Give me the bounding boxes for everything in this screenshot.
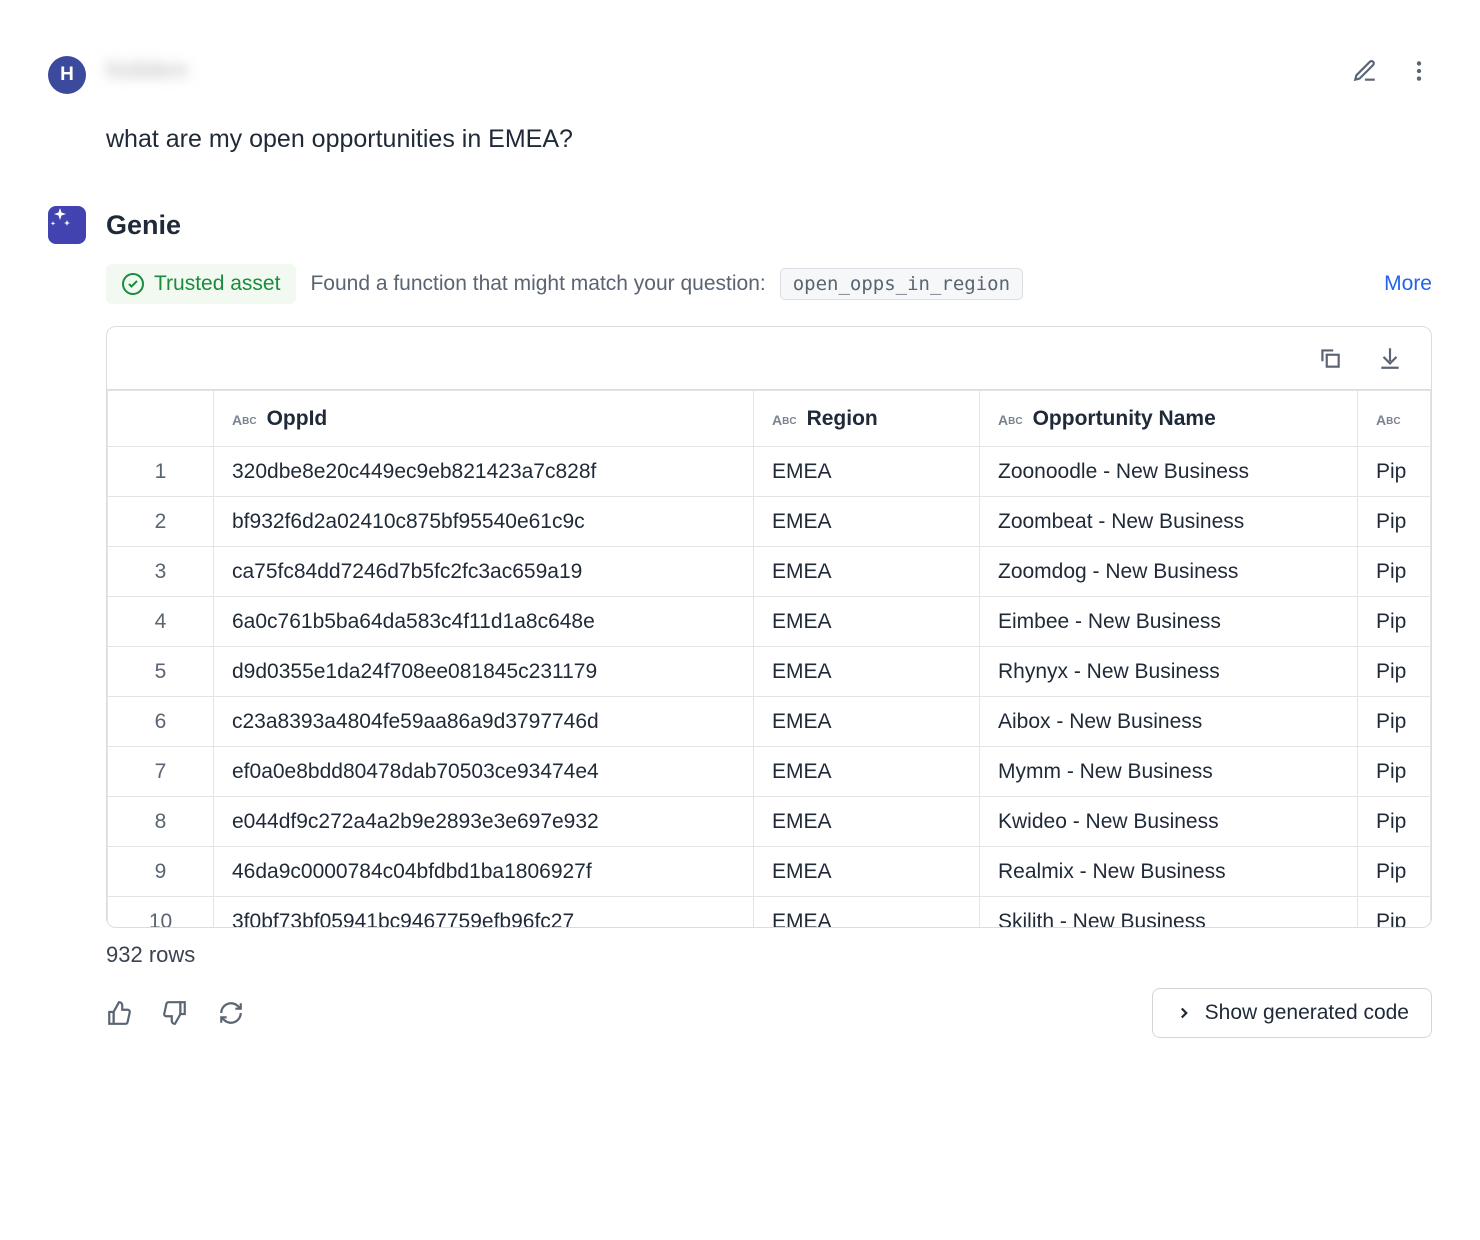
column-header-extra[interactable] [1358,391,1431,447]
cell-opportunity-name: Kwideo - New Business [980,797,1358,847]
row-index: 10 [108,897,214,928]
cell-extra: Pip [1358,747,1431,797]
column-header-index[interactable] [108,391,214,447]
copy-icon[interactable] [1317,345,1343,371]
user-question: what are my open opportunities in EMEA? [106,125,1432,154]
table-row[interactable]: 5d9d0355e1da24f708ee081845c231179EMEARhy… [108,647,1431,697]
cell-oppid: d9d0355e1da24f708ee081845c231179 [214,647,754,697]
cell-opportunity-name: Zoonoodle - New Business [980,447,1358,497]
cell-opportunity-name: Skilith - New Business [980,897,1358,928]
cell-extra: Pip [1358,897,1431,928]
cell-opportunity-name: Zoomdog - New Business [980,547,1358,597]
text-type-icon [998,412,1023,428]
cell-extra: Pip [1358,447,1431,497]
text-type-icon [772,412,797,428]
text-type-icon [1376,412,1401,428]
column-header-opportunity-name[interactable]: Opportunity Name [980,391,1358,447]
cell-oppid: bf932f6d2a02410c875bf95540e61c9c [214,497,754,547]
cell-opportunity-name: Eimbee - New Business [980,597,1358,647]
results-table: OppId Region Opportunity Name 1320dbe8e2… [107,390,1431,927]
cell-oppid: c23a8393a4804fe59aa86a9d3797746d [214,697,754,747]
trusted-label: Trusted asset [154,272,280,296]
cell-extra: Pip [1358,597,1431,647]
edit-icon[interactable] [1352,58,1378,84]
cell-region: EMEA [754,797,980,847]
cell-extra: Pip [1358,647,1431,697]
kebab-menu-icon[interactable] [1406,58,1432,84]
row-index: 7 [108,747,214,797]
table-row[interactable]: 103f0bf73bf05941bc9467759efb96fc27EMEASk… [108,897,1431,928]
refresh-icon[interactable] [218,1000,244,1026]
user-message: H hidden what are my open opportunities … [48,56,1432,154]
cell-extra: Pip [1358,847,1431,897]
more-link[interactable]: More [1384,272,1432,296]
chevron-right-icon [1175,1004,1193,1022]
cell-opportunity-name: Realmix - New Business [980,847,1358,897]
download-icon[interactable] [1377,345,1403,371]
check-circle-icon [122,273,144,295]
row-index: 6 [108,697,214,747]
row-index: 3 [108,547,214,597]
cell-region: EMEA [754,647,980,697]
genie-header: Genie [48,206,1432,244]
thumbs-down-icon[interactable] [162,1000,188,1026]
cell-extra: Pip [1358,797,1431,847]
cell-region: EMEA [754,747,980,797]
cell-extra: Pip [1358,497,1431,547]
column-header-region[interactable]: Region [754,391,980,447]
cell-oppid: 320dbe8e20c449ec9eb821423a7c828f [214,447,754,497]
genie-avatar [48,206,86,244]
table-row[interactable]: 8e044df9c272a4a2b9e2893e3e697e932EMEAKwi… [108,797,1431,847]
table-row[interactable]: 2bf932f6d2a02410c875bf95540e61c9cEMEAZoo… [108,497,1431,547]
cell-extra: Pip [1358,697,1431,747]
user-avatar: H [48,56,86,94]
table-row[interactable]: 3ca75fc84dd7246d7b5fc2fc3ac659a19EMEAZoo… [108,547,1431,597]
cell-opportunity-name: Mymm - New Business [980,747,1358,797]
cell-opportunity-name: Aibox - New Business [980,697,1358,747]
cell-opportunity-name: Rhynyx - New Business [980,647,1358,697]
cell-opportunity-name: Zoombeat - New Business [980,497,1358,547]
cell-oppid: 6a0c761b5ba64da583c4f11d1a8c648e [214,597,754,647]
trusted-asset-badge: Trusted asset [106,264,296,304]
cell-region: EMEA [754,847,980,897]
cell-region: EMEA [754,497,980,547]
cell-region: EMEA [754,447,980,497]
results-panel: OppId Region Opportunity Name 1320dbe8e2… [106,326,1432,928]
cell-oppid: 3f0bf73bf05941bc9467759efb96fc27 [214,897,754,928]
row-index: 2 [108,497,214,547]
row-index: 4 [108,597,214,647]
info-bar: Trusted asset Found a function that migh… [106,264,1432,304]
cell-region: EMEA [754,597,980,647]
row-index: 1 [108,447,214,497]
table-row[interactable]: 6c23a8393a4804fe59aa86a9d3797746dEMEAAib… [108,697,1431,747]
column-header-oppid[interactable]: OppId [214,391,754,447]
row-count: 932 rows [106,942,1432,968]
cell-region: EMEA [754,547,980,597]
table-row[interactable]: 7ef0a0e8bdd80478dab70503ce93474e4EMEAMym… [108,747,1431,797]
text-type-icon [232,412,257,428]
cell-oppid: ef0a0e8bdd80478dab70503ce93474e4 [214,747,754,797]
function-chip[interactable]: open_opps_in_region [780,268,1023,300]
table-row[interactable]: 46a0c761b5ba64da583c4f11d1a8c648eEMEAEim… [108,597,1431,647]
show-code-button[interactable]: Show generated code [1152,988,1432,1038]
table-row[interactable]: 946da9c0000784c04bfdbd1ba1806927fEMEARea… [108,847,1431,897]
found-function-text: Found a function that might match your q… [310,272,765,296]
row-index: 9 [108,847,214,897]
cell-region: EMEA [754,697,980,747]
row-index: 8 [108,797,214,847]
cell-oppid: ca75fc84dd7246d7b5fc2fc3ac659a19 [214,547,754,597]
table-row[interactable]: 1320dbe8e20c449ec9eb821423a7c828fEMEAZoo… [108,447,1431,497]
thumbs-up-icon[interactable] [106,1000,132,1026]
cell-extra: Pip [1358,547,1431,597]
genie-title: Genie [106,210,181,241]
cell-oppid: e044df9c272a4a2b9e2893e3e697e932 [214,797,754,847]
cell-region: EMEA [754,897,980,928]
user-name: hidden [106,56,188,85]
cell-oppid: 46da9c0000784c04bfdbd1ba1806927f [214,847,754,897]
row-index: 5 [108,647,214,697]
